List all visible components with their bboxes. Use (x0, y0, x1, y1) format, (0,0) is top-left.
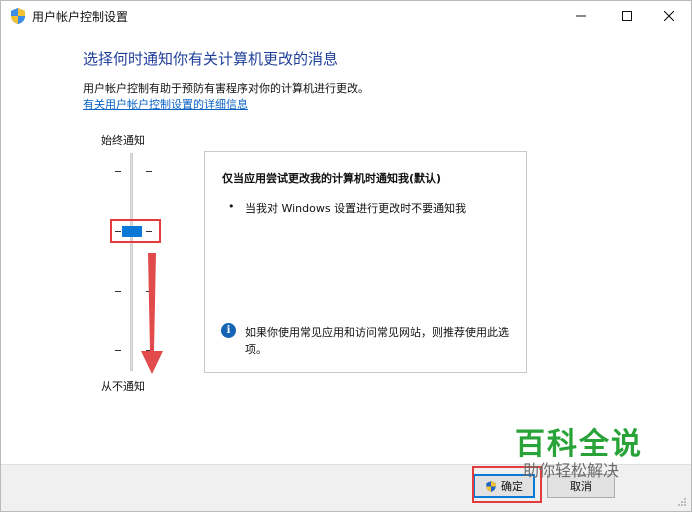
info-panel: 仅当应用尝试更改我的计算机时通知我(默认) • 当我对 Windows 设置进行… (204, 151, 527, 373)
window-title: 用户帐户控制设置 (32, 10, 129, 24)
maximize-button[interactable] (605, 1, 649, 31)
slider-top-label: 始终通知 (101, 134, 145, 147)
annotation-highlight-slider (110, 219, 161, 243)
title-bar: 用户帐户控制设置 (1, 1, 691, 31)
watermark-subtitle: 助你轻松解决 (523, 461, 620, 480)
bullet-marker: • (228, 200, 235, 213)
info-title: 仅当应用尝试更改我的计算机时通知我(默认) (222, 172, 442, 185)
description-text: 用户帐户控制有助于预防有害程序对你的计算机进行更改。 (83, 82, 369, 95)
slider-tick-left-1 (115, 171, 121, 172)
slider-tick-left-4 (115, 350, 121, 351)
slider-tick-left-3 (115, 291, 121, 292)
annotation-down-arrow-icon (141, 253, 163, 374)
minimize-icon (576, 15, 586, 17)
recommendation-note: 如果你使用常见应用和访问常见网站，则推荐使用此选项。 (245, 326, 509, 356)
bullet-text: 当我对 Windows 设置进行更改时不要通知我 (245, 202, 467, 215)
minimize-button[interactable] (559, 1, 603, 31)
close-icon (664, 11, 674, 21)
slider-tick-right-1 (146, 171, 152, 172)
info-icon: i (221, 323, 236, 338)
page-heading: 选择何时通知你有关计算机更改的消息 (83, 50, 339, 68)
resize-grip-icon[interactable] (677, 497, 687, 507)
maximize-icon (622, 11, 632, 21)
uac-shield-icon (11, 8, 25, 24)
slider-bottom-label: 从不通知 (101, 380, 145, 393)
close-button[interactable] (647, 1, 691, 31)
slider-track[interactable] (130, 153, 133, 371)
details-link[interactable]: 有关用户帐户控制设置的详细信息 (83, 96, 248, 112)
uac-settings-window: 用户帐户控制设置 选择何时通知你有关计算机更改的消息 用户帐户控制有助于预防有害… (0, 0, 692, 512)
